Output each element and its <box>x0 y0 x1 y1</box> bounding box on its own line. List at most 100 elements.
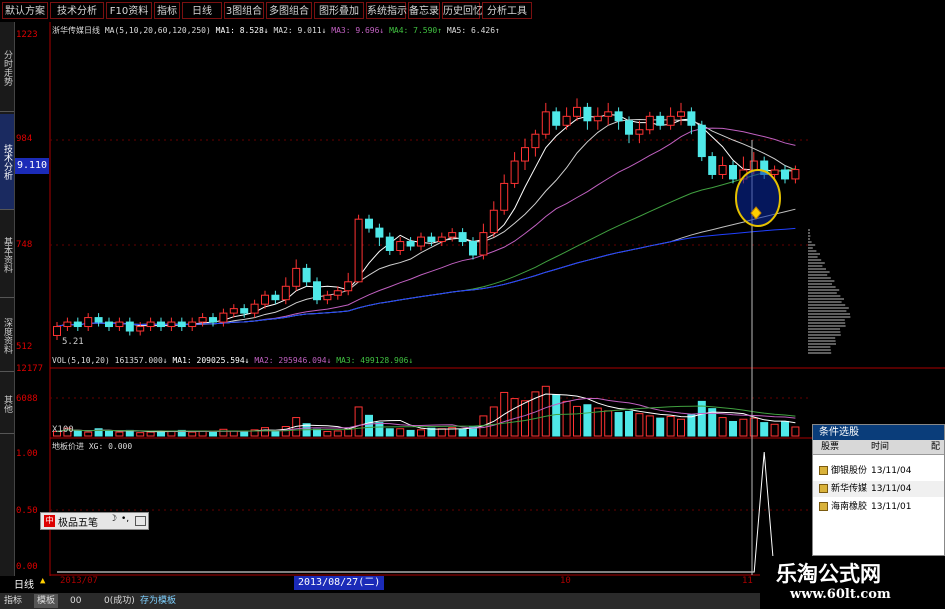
candle-body <box>437 236 446 243</box>
volume-bar <box>739 418 748 437</box>
ma2-value: MA2: 9.011↓ <box>273 26 327 35</box>
volume-bar <box>219 428 228 437</box>
ind-tick-min: 0.00 <box>16 562 38 572</box>
candle-body <box>302 267 311 283</box>
result-row[interactable]: 新华传媒 13/11/04 <box>813 481 944 497</box>
period-label[interactable]: 日线 <box>14 576 34 591</box>
custom-indicator-line: 地板价进 XG: 0.000 <box>52 441 132 452</box>
history-review-button[interactable]: 历史回忆 <box>442 2 483 19</box>
indicator-button[interactable]: 指标 <box>154 2 180 19</box>
candle-body <box>656 115 665 126</box>
candle-body <box>323 294 332 301</box>
candle-body <box>344 281 353 292</box>
volume-bar <box>677 418 685 437</box>
result-stock-name: 海南橡胶 <box>831 502 868 512</box>
candle-body <box>645 115 654 131</box>
watermark: 乐淘公式网 www.60lt.com <box>760 556 945 609</box>
daily-line-button[interactable]: 日线 <box>182 2 222 19</box>
volume-bar <box>84 431 93 437</box>
volume-bar <box>73 430 82 437</box>
ime-logo-icon: 中 <box>44 515 55 527</box>
volume-bar <box>791 426 800 437</box>
ime-punctuation-icon[interactable]: •, <box>121 514 129 524</box>
volume-bar <box>105 430 113 437</box>
current-price-label: 9.110 <box>15 158 49 174</box>
tab-intraday[interactable]: 分时走势 <box>0 24 14 112</box>
candle-body <box>573 106 581 117</box>
condition-select-panel: 条件选股 股票 时间 配 御银股份 13/11/04 新华传媒 13/11/04… <box>812 424 945 556</box>
result-date: 13/11/04 <box>871 484 912 494</box>
candle-body <box>666 115 675 126</box>
status-code: 00 <box>70 596 82 606</box>
candle-body <box>354 218 363 283</box>
volume-bar <box>167 431 176 437</box>
candle-body <box>375 227 384 238</box>
candle-body <box>729 165 737 180</box>
candle-body <box>521 147 529 162</box>
candle-body <box>427 236 436 243</box>
vol-value: 161357.000↓ <box>114 356 168 365</box>
condition-panel-header: 股票 时间 配 <box>813 440 944 455</box>
time-start: 2013/07 <box>60 576 98 586</box>
header-stock[interactable]: 股票 <box>821 440 839 454</box>
candle-body <box>63 321 72 328</box>
candle-body <box>417 236 425 247</box>
system-indicator-button[interactable]: 系统指示 <box>366 2 407 19</box>
price-tick-748: 748 <box>16 240 33 250</box>
candle-body <box>146 321 155 328</box>
volume-bar <box>666 415 675 437</box>
volume-bar <box>781 420 789 437</box>
candle-body <box>791 169 800 180</box>
status-template-tab[interactable]: 模板 <box>34 594 59 608</box>
ma60-line <box>56 168 796 328</box>
status-indicator-tab[interactable]: 指标 <box>4 594 22 608</box>
candle-body <box>781 169 789 180</box>
volume-bar <box>573 405 581 437</box>
technical-analysis-button[interactable]: 技术分析 <box>50 2 104 19</box>
ime-toolbar[interactable]: 中 极品五笔 ☽ •, <box>40 512 149 530</box>
period-arrow-icon[interactable]: ▲ <box>40 576 45 586</box>
stock-icon <box>819 484 828 493</box>
volume-bar <box>645 415 654 437</box>
chart-overlay-button[interactable]: 图形叠加 <box>314 2 364 19</box>
tab-basic-info[interactable]: 基本资料 <box>0 212 14 298</box>
ime-halfwidth-icon[interactable]: ☽ <box>109 514 117 524</box>
candle-body <box>697 124 706 158</box>
header-match[interactable]: 配 <box>931 440 940 454</box>
candle-body <box>469 241 477 256</box>
tab-technical[interactable]: 技术分析 <box>0 114 14 210</box>
vol-tick-mid: 6088 <box>16 394 38 404</box>
candle-body <box>562 115 571 126</box>
tab-deep-info[interactable]: 深度资料 <box>0 300 14 372</box>
volume-bar <box>365 414 373 437</box>
candle-body <box>250 303 259 314</box>
candle-body <box>84 317 93 328</box>
f10-info-button[interactable]: F10资料 <box>106 2 152 19</box>
ma5-line <box>56 114 796 328</box>
multi-chart-combo-button[interactable]: 多图组合 <box>266 2 312 19</box>
save-template-link[interactable]: 存为模板 <box>140 594 176 608</box>
result-row[interactable]: 海南橡胶 13/11/01 <box>813 499 944 515</box>
volume-bar <box>687 414 696 437</box>
candle-body <box>687 111 696 126</box>
header-time[interactable]: 时间 <box>871 440 889 454</box>
volume-bar <box>146 431 155 437</box>
ime-name: 极品五笔 <box>58 518 98 529</box>
default-scheme-button[interactable]: 默认方案 <box>2 2 48 19</box>
volume-bar <box>323 431 332 437</box>
three-chart-combo-button[interactable]: 3图组合 <box>224 2 264 19</box>
candle-body <box>510 160 519 184</box>
volume-bar <box>396 428 405 437</box>
result-date: 13/11/04 <box>871 466 912 476</box>
memo-button[interactable]: 备忘录 <box>408 2 440 19</box>
result-row[interactable]: 御银股份 13/11/04 <box>813 463 944 479</box>
watermark-title: 乐淘公式网 <box>776 562 881 586</box>
candle-body <box>198 317 207 323</box>
candle-body <box>625 120 633 135</box>
candle-body <box>125 321 134 332</box>
analysis-tools-button[interactable]: 分析工具 <box>482 2 532 19</box>
candle-body <box>281 285 290 301</box>
ime-keyboard-icon[interactable] <box>135 516 146 526</box>
tab-other[interactable]: 其他 <box>0 374 14 434</box>
toolbar: 默认方案 技术分析 F10资料 指标 日线 3图组合 多图组合 图形叠加 系统指… <box>0 0 945 22</box>
